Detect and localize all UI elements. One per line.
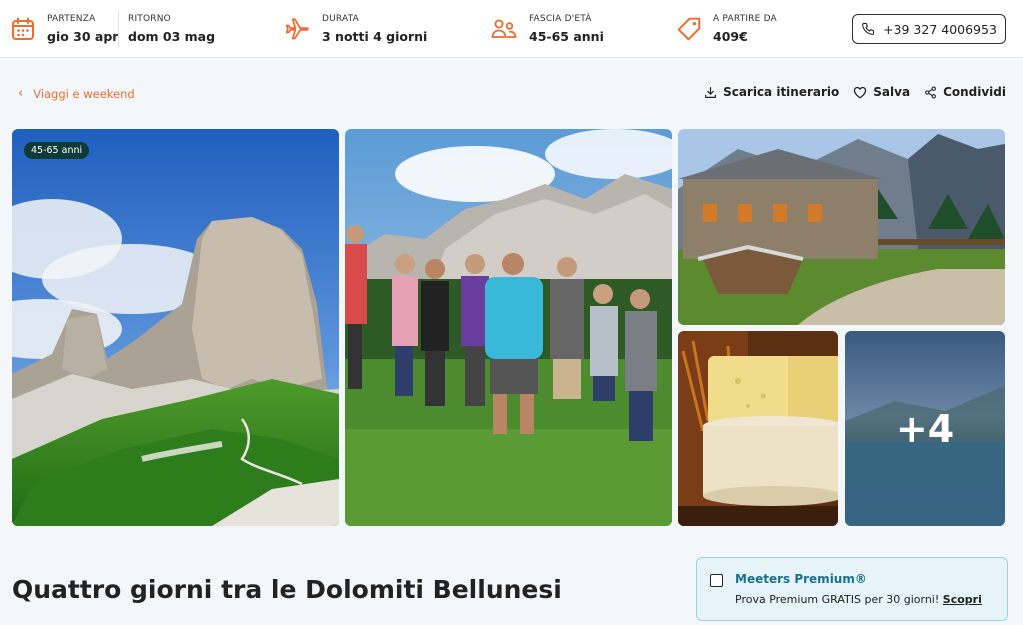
trip-title: Quattro giorni tra le Dolomiti Bellunesi: [12, 575, 562, 604]
departure-value: gio 30 apr: [47, 29, 119, 44]
download-label: Scarica itinerario: [723, 85, 840, 99]
premium-description: Prova Premium GRATIS per 30 giorni!: [735, 593, 940, 606]
price-info: A PARTIRE DA 409€: [713, 12, 777, 46]
calendar-icon: [12, 17, 34, 40]
mountain-photo-image: [12, 129, 339, 526]
premium-promo: Meeters Premium® Prova Premium GRATIS pe…: [696, 557, 1008, 621]
more-photos-count: +4: [895, 406, 955, 451]
age-range-label: FASCIA D'ETÀ: [529, 14, 592, 24]
share-label: Condividi: [943, 85, 1006, 99]
gallery-photo-cheese[interactable]: [678, 331, 838, 526]
trip-actions: Scarica itinerario Salva Condividi: [704, 85, 1006, 99]
gallery-photo-group[interactable]: [345, 129, 672, 526]
price-value: 409€: [713, 29, 748, 44]
heart-icon: [854, 86, 867, 98]
premium-checkbox[interactable]: [710, 574, 723, 587]
age-range-value: 45-65 anni: [529, 29, 604, 44]
hut-photo-image: [678, 129, 1005, 325]
return-info: RITORNO dom 03 mag: [128, 12, 215, 46]
share-icon: [925, 86, 936, 98]
premium-discover-link[interactable]: Scopri: [943, 593, 982, 606]
download-itinerary-button[interactable]: Scarica itinerario: [704, 85, 839, 99]
chevron-left-icon: ‹: [18, 86, 24, 101]
age-badge: 45-65 anni: [24, 142, 90, 159]
people-icon: [491, 19, 517, 38]
gallery-photo-more[interactable]: +4: [845, 331, 1005, 526]
breadcrumb-link[interactable]: Viaggi e weekend: [33, 87, 135, 101]
duration-value: 3 notti 4 giorni: [322, 29, 428, 44]
premium-text: Prova Premium GRATIS per 30 giorni! Scop…: [735, 593, 982, 606]
download-icon: [705, 86, 717, 98]
phone-number: +39 327 4006953: [883, 21, 997, 37]
price-tag-icon: [677, 17, 701, 41]
return-value: dom 03 mag: [128, 29, 216, 44]
phone-button[interactable]: +39 327 4006953: [852, 14, 1006, 44]
gallery-photo-hut[interactable]: [678, 129, 1005, 325]
save-label: Salva: [873, 85, 911, 99]
duration-label: DURATA: [322, 14, 360, 24]
save-button[interactable]: Salva: [853, 85, 910, 99]
return-label: RITORNO: [128, 14, 171, 24]
divider: [118, 12, 119, 46]
departure-label: PARTENZA: [47, 14, 96, 24]
duration-info: DURATA 3 notti 4 giorni: [322, 12, 427, 46]
airplane-icon: [285, 18, 309, 40]
group-photo-image: [345, 129, 672, 526]
share-button[interactable]: Condividi: [924, 85, 1006, 99]
gallery-photo-mountain[interactable]: 45-65 anni: [12, 129, 339, 526]
breadcrumb[interactable]: ‹ Viaggi e weekend: [18, 86, 135, 101]
age-range-info: FASCIA D'ETÀ 45-65 anni: [529, 12, 604, 46]
departure-info: PARTENZA gio 30 apr: [47, 12, 118, 46]
price-label: A PARTIRE DA: [713, 14, 777, 24]
premium-title: Meeters Premium®: [735, 572, 867, 586]
phone-icon: [862, 22, 875, 35]
cheese-photo-image: [678, 331, 838, 526]
trip-info-bar: PARTENZA gio 30 apr RITORNO dom 03 mag D…: [0, 0, 1023, 58]
